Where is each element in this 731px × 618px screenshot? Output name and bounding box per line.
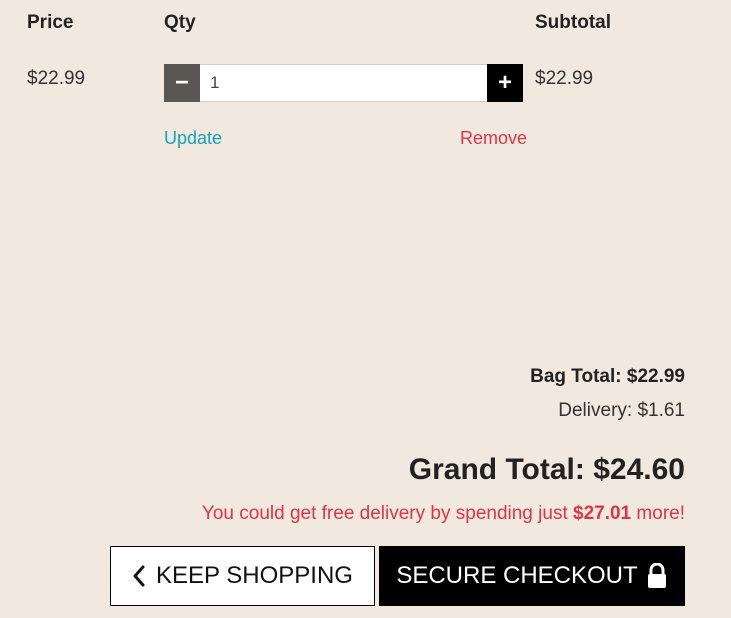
quantity-input[interactable]: [200, 64, 487, 102]
bag-total-label: Bag Total:: [530, 366, 622, 387]
update-link[interactable]: Update: [164, 128, 222, 149]
grand-total: Grand Total: $24.60: [409, 453, 685, 487]
delivery-cost: Delivery: $1.61: [558, 400, 685, 422]
free-delivery-amount: $27.01: [573, 503, 632, 524]
remove-link[interactable]: Remove: [460, 128, 527, 149]
free-delivery-message: You could get free delivery by spending …: [202, 503, 685, 525]
price-column-header: Price: [27, 12, 74, 33]
free-delivery-suffix: more!: [636, 503, 685, 524]
keep-shopping-label: KEEP SHOPPING: [156, 562, 353, 589]
grand-total-label: Grand Total:: [408, 453, 585, 486]
decrease-quantity-button[interactable]: −: [164, 64, 200, 102]
bag-total-value: $22.99: [626, 366, 685, 387]
item-price: $22.99: [27, 68, 86, 89]
quantity-stepper: − +: [164, 64, 523, 102]
bag-total: Bag Total: $22.99: [530, 366, 685, 388]
grand-total-value: $24.60: [593, 453, 685, 486]
chevron-left-icon: [132, 565, 146, 587]
increase-quantity-button[interactable]: +: [487, 64, 523, 102]
delivery-value: $1.61: [637, 400, 685, 421]
delivery-label: Delivery:: [558, 400, 633, 421]
qty-column-header: Qty: [164, 12, 196, 33]
plus-icon: +: [497, 69, 512, 96]
free-delivery-prefix: You could get free delivery by spending …: [201, 503, 568, 524]
keep-shopping-button[interactable]: KEEP SHOPPING: [110, 546, 375, 606]
minus-icon: −: [174, 69, 189, 96]
lock-icon: [646, 563, 668, 589]
item-subtotal: $22.99: [535, 68, 594, 89]
cart-page: Price Qty Subtotal $22.99 − + $22.99 Upd…: [0, 0, 731, 618]
subtotal-column-header: Subtotal: [535, 12, 611, 33]
secure-checkout-button[interactable]: SECURE CHECKOUT: [379, 546, 685, 606]
secure-checkout-label: SECURE CHECKOUT: [396, 562, 638, 589]
